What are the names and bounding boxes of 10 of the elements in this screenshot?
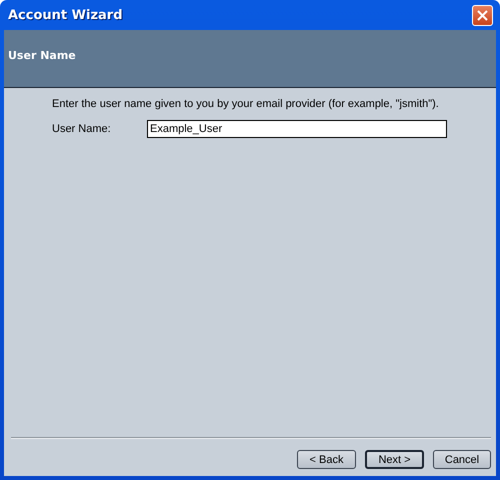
wizard-button[interactable]: < Back bbox=[297, 450, 356, 469]
close-icon bbox=[477, 10, 488, 20]
user-name-field[interactable]: Example_User bbox=[147, 120, 447, 138]
wizard-button[interactable]: Cancel bbox=[433, 450, 491, 469]
wizard-button[interactable]: Next > bbox=[365, 450, 424, 469]
window-title: Account Wizard bbox=[8, 8, 123, 22]
field-label: User Name: bbox=[52, 123, 112, 135]
page-title: User Name bbox=[8, 49, 76, 62]
instructions-text: Enter the user name given to you by your email provider (for example, "jsmith"). bbox=[52, 98, 440, 110]
close-button[interactable] bbox=[472, 4, 493, 26]
